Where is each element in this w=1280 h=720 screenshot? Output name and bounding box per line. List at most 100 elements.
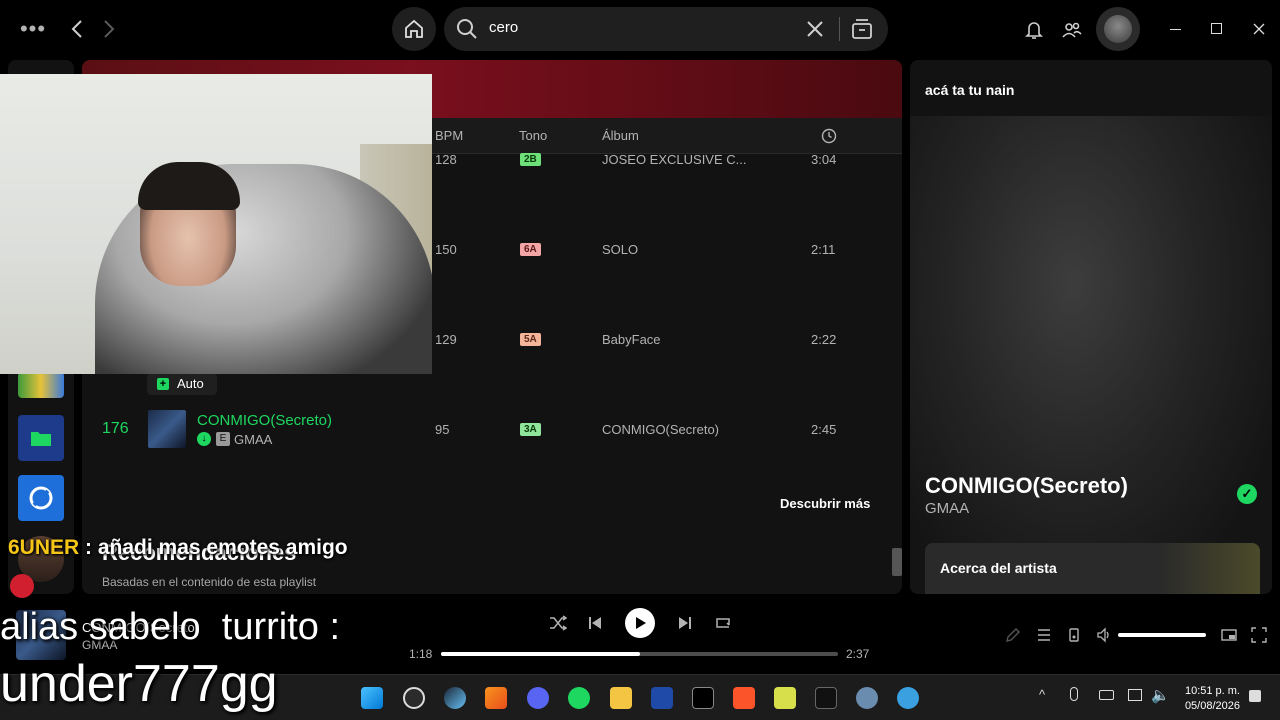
settings-gear-icon[interactable] (856, 687, 878, 709)
auto-label: Auto (177, 376, 204, 391)
keyboard-icon[interactable] (1099, 690, 1114, 700)
globe-app-icon[interactable] (897, 687, 919, 709)
row-bpm: 129 (435, 332, 457, 347)
column-bpm[interactable]: BPM (435, 128, 463, 143)
row-album[interactable]: SOLO (602, 242, 638, 257)
divider (839, 17, 840, 41)
duration-clock-icon[interactable] (821, 128, 837, 144)
brave-icon[interactable] (733, 687, 755, 709)
row-album[interactable]: JOSEO EXCLUSIVE C... (602, 152, 747, 167)
fullscreen-icon[interactable] (1251, 627, 1267, 643)
speaker-icon[interactable]: 🔈 (1151, 686, 1170, 704)
home-button[interactable] (392, 7, 436, 51)
row-duration: 3:04 (811, 152, 837, 167)
volume-slider[interactable] (1118, 633, 1206, 637)
queue-icon[interactable] (1036, 627, 1052, 643)
discover-more-button[interactable]: Descubrir más (780, 496, 870, 511)
now-playing-header: acá ta tu nain (925, 82, 1015, 98)
current-time: 1:18 (409, 647, 433, 661)
track-cover (148, 410, 186, 448)
search-bar[interactable] (444, 7, 888, 51)
row-index: 176 (102, 420, 129, 437)
audio-app-icon[interactable] (815, 687, 837, 709)
library-item-playlist[interactable] (18, 475, 64, 521)
table-row-playing[interactable]: 176 CONMIGO(Secreto) ↓ E GMAA 95 3A CONM… (82, 408, 902, 452)
webcam-overlay (0, 74, 432, 374)
chat-username: 6UNER (8, 536, 80, 559)
app-yellow-icon[interactable] (774, 687, 796, 709)
connect-device-icon[interactable] (1066, 627, 1082, 643)
row-album[interactable]: CONMIGO(Secreto) (602, 422, 719, 437)
minimize-icon[interactable] (1170, 29, 1181, 30)
home-icon (405, 19, 423, 38)
clear-search-icon[interactable] (806, 20, 824, 38)
key-badge: 5A (520, 333, 541, 346)
top-bar: ••• (0, 0, 1280, 60)
overlay-line-2: under777gg (0, 655, 278, 713)
system-clock[interactable]: 10:51 p. m. 05/08/2026 (1172, 684, 1240, 714)
more-options-icon[interactable]: ••• (20, 16, 46, 41)
steam-icon[interactable] (444, 687, 466, 709)
row-bpm: 95 (435, 422, 450, 437)
file-explorer-icon[interactable] (610, 687, 632, 709)
pencil-icon[interactable] (1005, 627, 1021, 643)
total-time: 2:37 (846, 647, 870, 661)
mini-player-icon[interactable] (1221, 627, 1237, 643)
key-badge: 2B (520, 153, 541, 166)
obs-icon[interactable] (403, 687, 425, 709)
network-icon[interactable] (1128, 689, 1142, 701)
capcut-icon[interactable] (692, 687, 714, 709)
windows-start-icon[interactable] (361, 687, 383, 709)
repeat-icon[interactable] (714, 615, 732, 631)
track-artist[interactable]: GMAA (234, 432, 272, 447)
back-arrow-icon[interactable] (66, 16, 88, 42)
now-playing-artist[interactable]: GMAA (925, 500, 969, 517)
tray-chevron-icon[interactable]: ^ (1039, 687, 1045, 702)
row-album[interactable]: BabyFace (602, 332, 661, 347)
spotify-icon[interactable] (568, 687, 590, 709)
saved-check-icon[interactable]: ✓ (1237, 484, 1257, 504)
now-playing-title[interactable]: CONMIGO(Secreto) (925, 473, 1128, 499)
microphone-icon[interactable] (1070, 687, 1078, 701)
plus-icon: + (157, 378, 169, 390)
chat-text: añadi mas emotes amigo (97, 536, 348, 559)
previous-icon[interactable] (587, 615, 603, 631)
volume-icon[interactable] (1096, 627, 1112, 643)
browse-icon[interactable] (851, 18, 873, 40)
search-input[interactable] (489, 19, 789, 36)
maximize-icon[interactable] (1211, 23, 1222, 34)
row-duration: 2:11 (811, 242, 836, 257)
about-artist-card[interactable]: Acerca del artista (925, 543, 1260, 594)
library-item-thumbnail[interactable] (18, 372, 64, 398)
notification-center-icon[interactable] (1249, 690, 1261, 702)
friend-activity-icon[interactable] (1062, 20, 1082, 40)
rocket-league-icon[interactable] (651, 687, 673, 709)
scrollbar-thumb[interactable] (892, 548, 902, 576)
auto-tag[interactable]: + Auto (147, 373, 217, 395)
about-artist-label: Acerca del artista (940, 560, 1057, 576)
next-icon[interactable] (677, 615, 693, 631)
library-item-folder[interactable] (18, 415, 64, 461)
key-badge: 3A (520, 423, 541, 436)
column-album[interactable]: Álbum (602, 128, 639, 143)
clock-time: 10:51 p. m. (1184, 685, 1240, 697)
play-button[interactable] (625, 608, 655, 638)
discord-icon[interactable] (527, 687, 549, 709)
artist-photo (910, 116, 1272, 594)
shuffle-icon[interactable] (549, 615, 567, 631)
close-window-icon[interactable] (1253, 23, 1265, 35)
user-avatar[interactable] (1096, 7, 1140, 51)
row-duration: 2:22 (811, 332, 837, 347)
row-bpm: 150 (435, 242, 457, 257)
fl-studio-icon[interactable] (485, 687, 507, 709)
key-badge: 6A (520, 243, 541, 256)
clock-date: 05/08/2026 (1184, 700, 1240, 712)
row-duration: 2:45 (811, 422, 837, 437)
progress-bar[interactable] (441, 652, 838, 656)
now-playing-panel: acá ta tu nain CONMIGO(Secreto) GMAA ✓ A… (910, 60, 1272, 594)
overlay-line-1: alias sabelo turrito : (0, 606, 341, 648)
track-title[interactable]: CONMIGO(Secreto) (197, 412, 332, 429)
notifications-icon[interactable] (1025, 20, 1043, 40)
forward-arrow-icon[interactable] (98, 16, 120, 42)
column-key[interactable]: Tono (519, 128, 547, 143)
